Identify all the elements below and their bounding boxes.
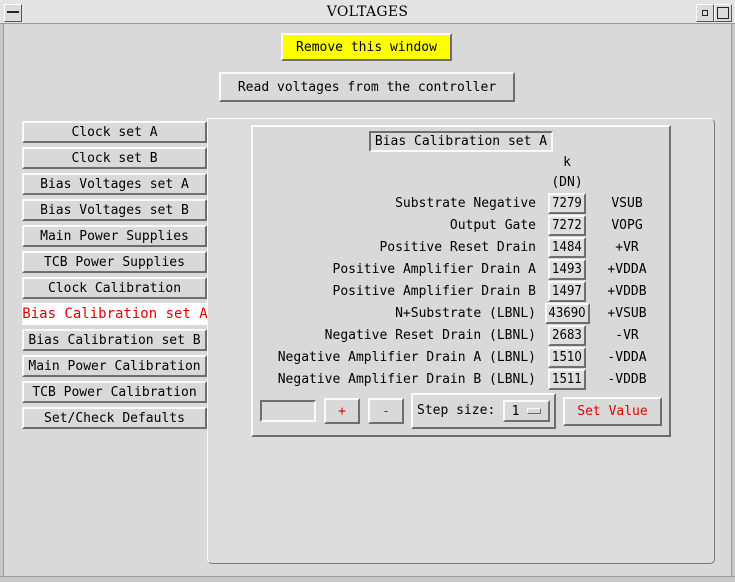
row-label: Negative Amplifier Drain A (LBNL) xyxy=(277,350,536,365)
set-value-button[interactable]: Set Value xyxy=(563,397,662,426)
row-label: Negative Reset Drain (LBNL) xyxy=(324,328,536,343)
step-size-label: Step size: xyxy=(417,403,496,418)
row-code: VSUB xyxy=(611,196,643,211)
row-value[interactable]: 1511 xyxy=(548,369,586,390)
minimize-button[interactable] xyxy=(696,4,714,22)
row-value[interactable]: 1510 xyxy=(548,347,586,368)
read-voltages-button[interactable]: Read voltages from the controller xyxy=(219,72,515,102)
tab-main-power-calibration[interactable]: Main Power Calibration xyxy=(22,355,207,377)
decrement-button[interactable]: - xyxy=(368,398,404,424)
row-value[interactable]: 1484 xyxy=(548,237,586,258)
row-label: Positive Reset Drain xyxy=(379,240,536,255)
remove-window-button[interactable]: Remove this window xyxy=(281,33,452,61)
tab-clock-set-a[interactable]: Clock set A xyxy=(22,121,207,143)
row-label: Negative Amplifier Drain B (LBNL) xyxy=(277,372,536,387)
increment-button[interactable]: + xyxy=(324,398,360,424)
tab-tcb-power-supplies[interactable]: TCB Power Supplies xyxy=(22,251,207,273)
header-dn: (DN) xyxy=(551,175,583,190)
tab-bias-voltages-set-b[interactable]: Bias Voltages set B xyxy=(22,199,207,221)
row-label: Substrate Negative xyxy=(395,196,536,211)
tab-bias-voltages-set-a[interactable]: Bias Voltages set A xyxy=(22,173,207,195)
window-border-right xyxy=(731,24,735,582)
maximize-button[interactable] xyxy=(714,4,732,22)
row-label: N+Substrate (LBNL) xyxy=(395,306,536,321)
row-value[interactable]: 7279 xyxy=(548,193,586,214)
step-size-value: 1 xyxy=(511,403,520,419)
minimize-icon xyxy=(702,10,708,16)
row-code: -VDDA xyxy=(607,350,647,365)
header-k: k xyxy=(563,155,571,170)
row-value[interactable]: 1497 xyxy=(548,281,586,302)
value-entry-field[interactable] xyxy=(260,400,316,422)
row-code: -VR xyxy=(615,328,639,343)
row-code: +VDDB xyxy=(607,284,647,299)
row-code: +VR xyxy=(615,240,639,255)
row-code: -VDDB xyxy=(607,372,647,387)
row-value[interactable]: 7272 xyxy=(548,215,586,236)
tab-tcb-power-calibration[interactable]: TCB Power Calibration xyxy=(22,381,207,403)
tab-clock-set-b[interactable]: Clock set B xyxy=(22,147,207,169)
maximize-icon xyxy=(717,7,729,19)
bias-calibration-panel xyxy=(251,125,671,437)
tab-bias-calibration-set-b[interactable]: Bias Calibration set B xyxy=(22,329,207,351)
tab-clock-calibration[interactable]: Clock Calibration xyxy=(22,277,207,299)
step-size-dropdown[interactable]: 1 xyxy=(503,400,550,422)
tab-main-power-supplies[interactable]: Main Power Supplies xyxy=(22,225,207,247)
title-bar: VOLTAGES xyxy=(0,0,735,24)
row-code: +VSUB xyxy=(607,306,647,321)
row-value[interactable]: 43690 xyxy=(544,303,590,324)
panel-title: Bias Calibration set A xyxy=(369,131,553,152)
tab-bias-calibration-set-a[interactable]: Bias Calibration set A xyxy=(22,303,208,325)
dropdown-indicator-icon xyxy=(527,408,542,414)
row-value[interactable]: 1493 xyxy=(548,259,586,280)
row-value[interactable]: 2683 xyxy=(548,325,586,346)
row-label: Positive Amplifier Drain B xyxy=(332,284,537,299)
row-label: Positive Amplifier Drain A xyxy=(332,262,537,277)
row-code: VOPG xyxy=(611,218,643,233)
window-title: VOLTAGES xyxy=(326,4,409,20)
row-code: +VDDA xyxy=(607,262,647,277)
tab-set-check-defaults[interactable]: Set/Check Defaults xyxy=(22,407,207,429)
row-label: Output Gate xyxy=(449,218,536,233)
window-border-bottom xyxy=(0,576,735,582)
window-border-left xyxy=(0,24,4,582)
